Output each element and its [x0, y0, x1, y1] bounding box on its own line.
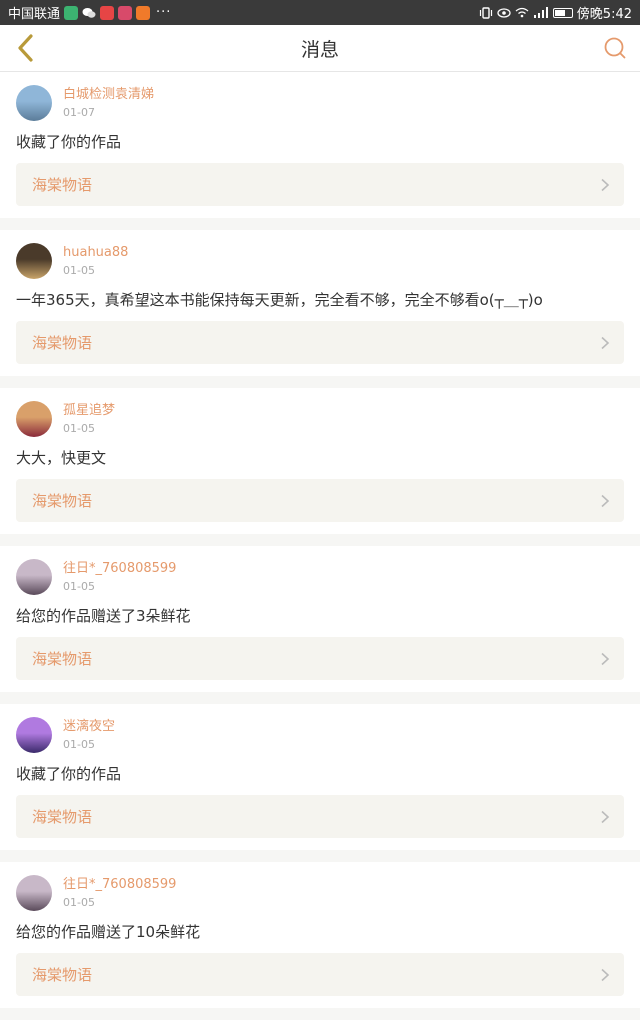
work-link[interactable]: 海棠物语	[16, 321, 624, 364]
status-bar-right: 傍晚5:42	[479, 3, 632, 22]
gallery-app-icon	[118, 5, 133, 20]
username[interactable]: 孤星追梦	[63, 403, 115, 419]
signal-icon	[533, 7, 549, 18]
work-title: 海棠物语	[32, 492, 93, 510]
message-header: 往日*_760808599 01-05	[16, 559, 624, 595]
search-button[interactable]	[600, 33, 630, 63]
message-header: 迷漓夜空 01-05	[16, 717, 624, 753]
back-button[interactable]	[10, 33, 40, 63]
message-meta: 迷漓夜空 01-05	[63, 719, 115, 752]
message-header: 往日*_760808599 01-05	[16, 875, 624, 911]
work-link[interactable]: 海棠物语	[16, 637, 624, 680]
chevron-right-icon	[600, 494, 610, 508]
message-text: 一年365天，真希望这本书能保持每天更新，完全看不够，完全不够看o(┬＿┬)o	[16, 291, 543, 309]
battery-icon	[552, 7, 573, 18]
message-date: 01-07	[63, 106, 95, 119]
username[interactable]: huahua88	[63, 245, 128, 261]
avatar[interactable]	[16, 243, 52, 279]
message-meta: huahua88 01-05	[63, 245, 128, 278]
avatar[interactable]	[16, 717, 52, 753]
username[interactable]: 迷漓夜空	[63, 719, 115, 735]
username[interactable]: 往日*_760808599	[63, 877, 176, 893]
message-text: 收藏了你的作品	[16, 133, 122, 151]
video-app-icon	[64, 5, 79, 20]
clock-time: 傍晚5:42	[576, 7, 632, 22]
message-meta: 孤星追梦 01-05	[63, 403, 115, 436]
work-title: 海棠物语	[32, 650, 93, 668]
work-link[interactable]: 海棠物语	[16, 163, 624, 206]
message-text: 大大，快更文	[16, 449, 107, 467]
wifi-icon	[515, 7, 529, 18]
top-navigation-bar: 消息	[0, 25, 640, 72]
username[interactable]: 往日*_760808599	[63, 561, 176, 577]
status-bar: 中国联通 ··· 傍晚5:42	[0, 0, 640, 25]
message-item: 往日*_760808599 01-05 给您的作品赠送了3朵鲜花 海棠物语	[0, 546, 640, 692]
more-notifications-dots: ···	[156, 5, 172, 20]
chevron-right-icon	[600, 178, 610, 192]
message-meta: 往日*_760808599 01-05	[63, 877, 176, 910]
red-app-icon	[100, 5, 115, 20]
vibrate-icon	[479, 6, 493, 19]
chevron-left-icon	[18, 34, 33, 62]
message-date: 01-05	[63, 896, 95, 909]
list-separator	[0, 692, 640, 704]
chevron-right-icon	[600, 810, 610, 824]
list-separator	[0, 376, 640, 388]
message-date: 01-05	[63, 422, 95, 435]
message-date: 01-05	[63, 264, 95, 277]
work-title: 海棠物语	[32, 176, 93, 194]
message-item: 往日*_760808599 01-05 给您的作品赠送了10朵鲜花 海棠物语	[0, 862, 640, 1008]
list-separator	[0, 1008, 640, 1020]
avatar[interactable]	[16, 559, 52, 595]
search-icon	[604, 37, 626, 59]
message-item: 迷漓夜空 01-05 收藏了你的作品 海棠物语	[0, 704, 640, 850]
work-title: 海棠物语	[32, 966, 93, 984]
avatar[interactable]	[16, 875, 52, 911]
message-text: 收藏了你的作品	[16, 765, 122, 783]
chevron-right-icon	[600, 968, 610, 982]
page-title: 消息	[300, 38, 339, 61]
avatar[interactable]	[16, 85, 52, 121]
carrier-name: 中国联通	[8, 7, 61, 22]
avatar[interactable]	[16, 401, 52, 437]
eye-comfort-icon	[497, 7, 511, 18]
message-date: 01-05	[63, 580, 95, 593]
chevron-right-icon	[600, 652, 610, 666]
message-meta: 白城检测袁清娣 01-07	[63, 87, 154, 120]
username[interactable]: 白城检测袁清娣	[63, 87, 154, 103]
work-link[interactable]: 海棠物语	[16, 953, 624, 996]
message-meta: 往日*_760808599 01-05	[63, 561, 176, 594]
list-separator	[0, 534, 640, 546]
play-app-icon	[136, 5, 151, 20]
work-link[interactable]: 海棠物语	[16, 479, 624, 522]
status-bar-left: 中国联通 ···	[8, 3, 171, 22]
message-header: 孤星追梦 01-05	[16, 401, 624, 437]
message-date: 01-05	[63, 738, 95, 751]
message-item: 孤星追梦 01-05 大大，快更文 海棠物语	[0, 388, 640, 534]
message-item: huahua88 01-05 一年365天，真希望这本书能保持每天更新，完全看不…	[0, 230, 640, 376]
message-text: 给您的作品赠送了3朵鲜花	[16, 607, 191, 625]
chevron-right-icon	[600, 336, 610, 350]
message-list: 白城检测袁清娣 01-07 收藏了你的作品 海棠物语 huahua88 01-0…	[0, 72, 640, 1020]
message-header: 白城检测袁清娣 01-07	[16, 85, 624, 121]
work-title: 海棠物语	[32, 334, 93, 352]
list-separator	[0, 850, 640, 862]
list-separator	[0, 218, 640, 230]
work-title: 海棠物语	[32, 808, 93, 826]
message-header: huahua88 01-05	[16, 243, 624, 279]
message-text: 给您的作品赠送了10朵鲜花	[16, 923, 201, 941]
wechat-icon	[82, 6, 96, 20]
work-link[interactable]: 海棠物语	[16, 795, 624, 838]
message-item: 白城检测袁清娣 01-07 收藏了你的作品 海棠物语	[0, 72, 640, 218]
